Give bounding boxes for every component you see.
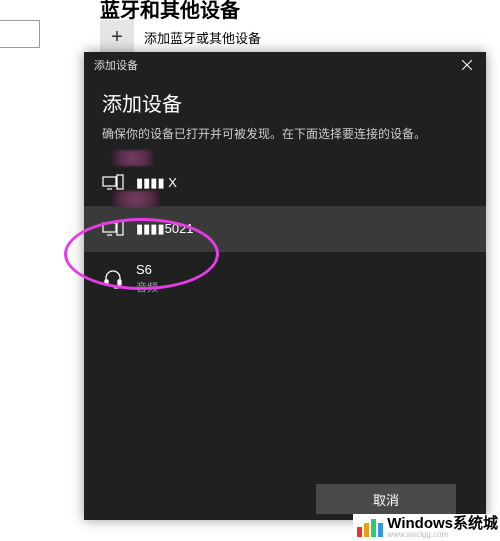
add-device-dialog: 添加设备 添加设备 确保你的设备已打开并可被发现。在下面选择要连接的设备。 ▮▮… <box>84 52 486 520</box>
dialog-titlebar: 添加设备 <box>84 52 486 78</box>
device-name: ▮▮▮▮5021 <box>136 221 194 237</box>
search-input-partial[interactable] <box>0 20 40 48</box>
display-icon <box>102 219 124 239</box>
watermark: Windows系统城 www.wxclgg.com <box>353 514 500 541</box>
watermark-text: Windows系统城 <box>387 516 498 531</box>
plus-icon: + <box>100 20 134 54</box>
device-item[interactable]: ▮▮▮▮5021 <box>84 206 486 252</box>
device-name: ▮▮▮▮ X <box>136 175 177 191</box>
cancel-button[interactable]: 取消 <box>316 484 456 514</box>
watermark-logo-icon <box>357 519 383 537</box>
add-device-row[interactable]: + 添加蓝牙或其他设备 <box>100 20 261 54</box>
device-list: ▮▮▮▮ X ▮▮▮▮5021 S6 <box>84 160 486 305</box>
device-item[interactable]: S6 音频 <box>84 252 486 305</box>
add-device-label: 添加蓝牙或其他设备 <box>144 28 261 47</box>
device-subtype: 音频 <box>136 279 158 295</box>
dialog-subtitle: 确保你的设备已打开并可被发现。在下面选择要连接的设备。 <box>102 125 468 142</box>
device-item[interactable]: ▮▮▮▮ X <box>84 160 486 206</box>
dialog-heading: 添加设备 <box>102 88 468 117</box>
watermark-url: www.wxclgg.com <box>387 531 498 539</box>
headset-icon <box>102 269 124 289</box>
dialog-titlebar-text: 添加设备 <box>94 57 138 73</box>
close-icon <box>462 60 472 70</box>
display-icon <box>102 173 124 193</box>
device-name: S6 <box>136 262 158 277</box>
close-button[interactable] <box>452 52 482 78</box>
